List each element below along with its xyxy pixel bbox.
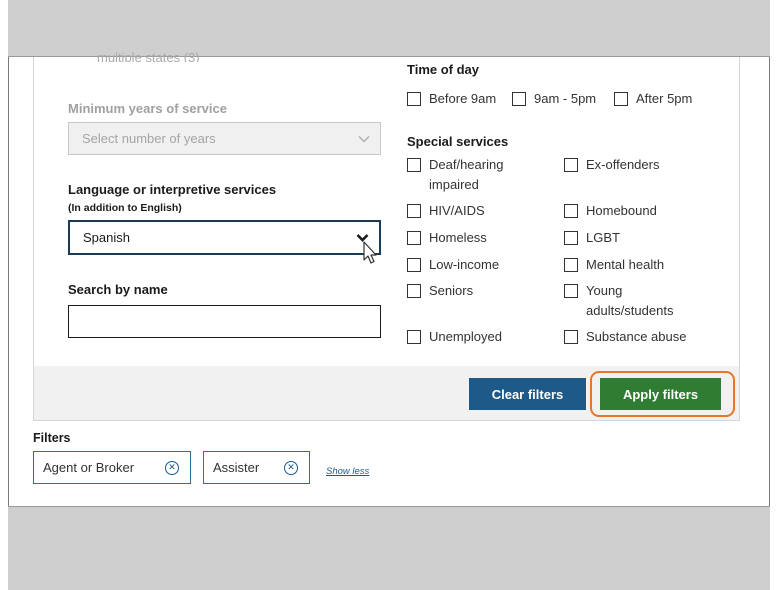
- checkbox[interactable]: [564, 231, 578, 245]
- time-after-5pm[interactable]: After 5pm: [614, 91, 692, 109]
- time-of-day-label: Time of day: [407, 62, 480, 77]
- language-sublabel: (In addition to English): [68, 202, 182, 214]
- service-deaf-hearing[interactable]: Deaf/hearing impaired: [407, 157, 537, 195]
- language-select[interactable]: Spanish: [68, 220, 381, 255]
- checkbox[interactable]: [407, 231, 421, 245]
- clear-filters-button[interactable]: Clear filters: [469, 378, 586, 410]
- language-label: Language or interpretive services: [68, 182, 277, 197]
- service-low-income[interactable]: Low-income: [407, 257, 499, 275]
- language-select-value: Spanish: [83, 230, 130, 245]
- search-name-input[interactable]: [68, 305, 381, 338]
- bottom-band: [8, 506, 770, 590]
- filter-chip-agent-broker[interactable]: Agent or Broker ✕: [33, 451, 191, 484]
- min-years-select: Select number of years: [68, 122, 381, 155]
- search-name-label: Search by name: [68, 282, 168, 297]
- filter-chip-assister[interactable]: Assister ✕: [203, 451, 310, 484]
- service-unemployed[interactable]: Unemployed: [407, 329, 502, 347]
- service-hiv-aids[interactable]: HIV/AIDS: [407, 203, 485, 221]
- checkbox[interactable]: [407, 204, 421, 218]
- time-before-9am[interactable]: Before 9am: [407, 91, 496, 109]
- service-young-adults[interactable]: Young adults/students: [564, 283, 694, 321]
- time-9am-5pm[interactable]: 9am - 5pm: [512, 91, 596, 109]
- checkbox[interactable]: [407, 258, 421, 272]
- service-mental-health[interactable]: Mental health: [564, 257, 664, 275]
- checkbox[interactable]: [564, 330, 578, 344]
- min-years-placeholder: Select number of years: [82, 131, 216, 146]
- chip-label: Agent or Broker: [43, 460, 135, 475]
- close-circle-icon[interactable]: ✕: [284, 460, 298, 475]
- show-less-link[interactable]: Show less: [326, 466, 369, 477]
- checkbox[interactable]: [407, 330, 421, 344]
- checkbox[interactable]: [407, 158, 421, 172]
- checkbox[interactable]: [564, 204, 578, 218]
- checkbox[interactable]: [564, 258, 578, 272]
- filters-title: Filters: [33, 431, 71, 445]
- service-seniors[interactable]: Seniors: [407, 283, 473, 301]
- checkbox[interactable]: [512, 92, 526, 106]
- checkbox[interactable]: [407, 284, 421, 298]
- special-services-label: Special services: [407, 134, 509, 149]
- states-cutoff-text: multiple states (3): [97, 50, 200, 62]
- close-circle-icon[interactable]: ✕: [165, 460, 179, 475]
- service-substance-abuse[interactable]: Substance abuse: [564, 329, 686, 347]
- service-ex-offenders[interactable]: Ex-offenders: [564, 157, 659, 175]
- checkbox[interactable]: [564, 284, 578, 298]
- service-homeless[interactable]: Homeless: [407, 230, 487, 248]
- chip-label: Assister: [213, 460, 260, 475]
- service-lgbt[interactable]: LGBT: [564, 230, 620, 248]
- checkbox[interactable]: [564, 158, 578, 172]
- apply-filters-button[interactable]: Apply filters: [600, 378, 721, 410]
- pointer-arrow-icon: [363, 241, 377, 270]
- chevron-down-icon: [358, 131, 370, 146]
- service-homebound[interactable]: Homebound: [564, 203, 657, 221]
- min-years-label: Minimum years of service: [68, 101, 227, 116]
- checkbox[interactable]: [614, 92, 628, 106]
- checkbox[interactable]: [407, 92, 421, 106]
